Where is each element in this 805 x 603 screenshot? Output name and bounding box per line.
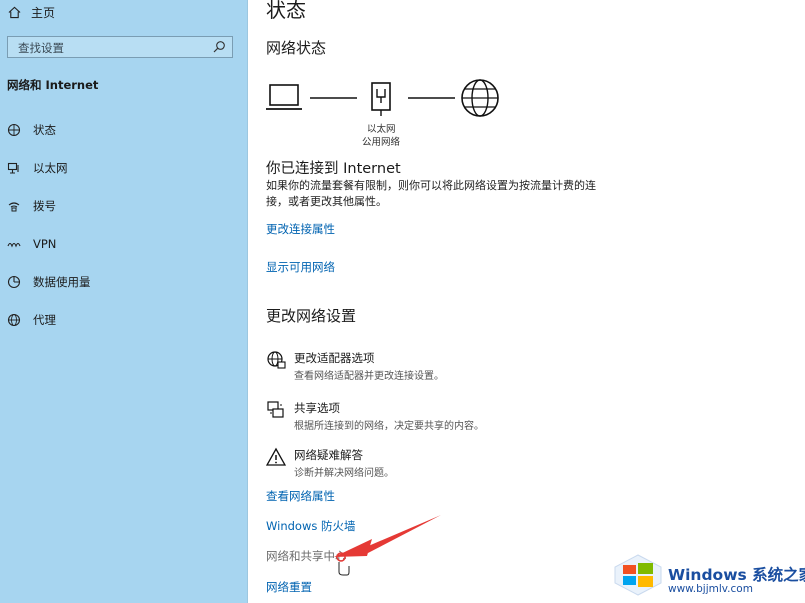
sidebar-item-ethernet[interactable]: 以太网	[7, 158, 68, 178]
windows-firewall-link[interactable]: Windows 防火墙	[266, 518, 356, 534]
option-title: 网络疑难解答	[294, 448, 363, 462]
option-description: 诊断并解决网络问题。	[294, 468, 394, 479]
warning-icon	[266, 447, 286, 466]
ethernet-port-icon	[371, 82, 391, 116]
home-status-icon	[7, 123, 21, 137]
connected-heading: 你已连接到 Internet	[266, 161, 401, 177]
laptop-icon	[266, 84, 302, 110]
globe-icon	[7, 313, 21, 327]
search-placeholder: 查找设置	[18, 41, 64, 55]
change-settings-heading: 更改网络设置	[266, 307, 357, 325]
sidebar-item-status[interactable]: 状态	[7, 120, 56, 140]
sidebar-item-label: 拨号	[33, 199, 56, 213]
ethernet-icon	[7, 162, 19, 174]
search-icon	[213, 41, 225, 53]
home-icon	[8, 6, 21, 18]
adapter-icon	[267, 351, 286, 369]
adapter-options[interactable]: 更改适配器选项 查看网络适配器并更改连接设置。	[266, 350, 646, 384]
watermark: Windows 系统之家 www.bjjmlv.com	[612, 553, 805, 603]
sidebar-item-label: VPN	[33, 237, 57, 251]
internet-globe-icon	[461, 79, 499, 117]
dialup-icon	[8, 202, 20, 212]
troubleshoot-options[interactable]: 网络疑难解答 诊断并解决网络问题。	[266, 447, 646, 481]
network-status-heading: 网络状态	[266, 39, 327, 57]
sidebar-item-label: 代理	[33, 313, 56, 327]
option-description: 根据所连接到的网络，决定要共享的内容。	[294, 421, 484, 432]
network-sharing-center-link[interactable]: 网络和共享中心	[266, 548, 347, 564]
view-network-properties-link[interactable]: 查看网络属性	[266, 488, 335, 504]
sidebar: 主页 查找设置 网络和 Internet 状态 以太网 拨号 VPN 数据使用量…	[0, 0, 248, 603]
vpn-icon	[7, 242, 21, 248]
sidebar-section-title: 网络和 Internet	[7, 78, 99, 92]
option-title: 共享选项	[294, 401, 340, 415]
sidebar-item-label: 状态	[33, 123, 56, 137]
main-content: 状态 网络状态 以太网 公用网络 你已连接到 Internet 如果你的流量套餐	[266, 0, 796, 603]
network-diagram-graphic	[266, 79, 499, 117]
sidebar-item-dialup[interactable]: 拨号	[7, 196, 56, 216]
option-title: 更改适配器选项	[294, 351, 375, 365]
home-label: 主页	[31, 5, 56, 20]
adapter-name: 以太网	[367, 124, 396, 135]
change-connection-properties-link[interactable]: 更改连接属性	[266, 221, 335, 237]
sidebar-item-vpn[interactable]: VPN	[7, 234, 56, 254]
sharing-icon	[267, 401, 284, 418]
connected-description: 如果你的流量套餐有限制，则你可以将此网络设置为按流量计费的连接，或者更改其他属性…	[266, 179, 596, 208]
sidebar-item-label: 以太网	[33, 161, 68, 175]
sidebar-item-proxy[interactable]: 代理	[7, 310, 56, 330]
show-available-networks-link[interactable]: 显示可用网络	[266, 259, 335, 275]
network-type: 公用网络	[362, 137, 401, 148]
search-input[interactable]: 查找设置	[7, 36, 233, 58]
windows-logo-icon	[614, 554, 662, 596]
sidebar-item-label: 数据使用量	[33, 275, 91, 289]
watermark-brand: Windows 系统之家	[668, 566, 805, 584]
watermark-url: www.bjjmlv.com	[668, 583, 753, 595]
sharing-options[interactable]: 共享选项 根据所连接到的网络，决定要共享的内容。	[266, 400, 646, 434]
sidebar-item-data-usage[interactable]: 数据使用量	[7, 272, 91, 292]
network-diagram: 以太网 公用网络	[266, 78, 506, 148]
option-description: 查看网络适配器并更改连接设置。	[294, 371, 444, 382]
data-usage-icon	[7, 275, 21, 289]
home-link[interactable]: 主页	[8, 3, 55, 21]
page-title: 状态	[266, 0, 306, 22]
network-reset-link[interactable]: 网络重置	[266, 579, 312, 595]
